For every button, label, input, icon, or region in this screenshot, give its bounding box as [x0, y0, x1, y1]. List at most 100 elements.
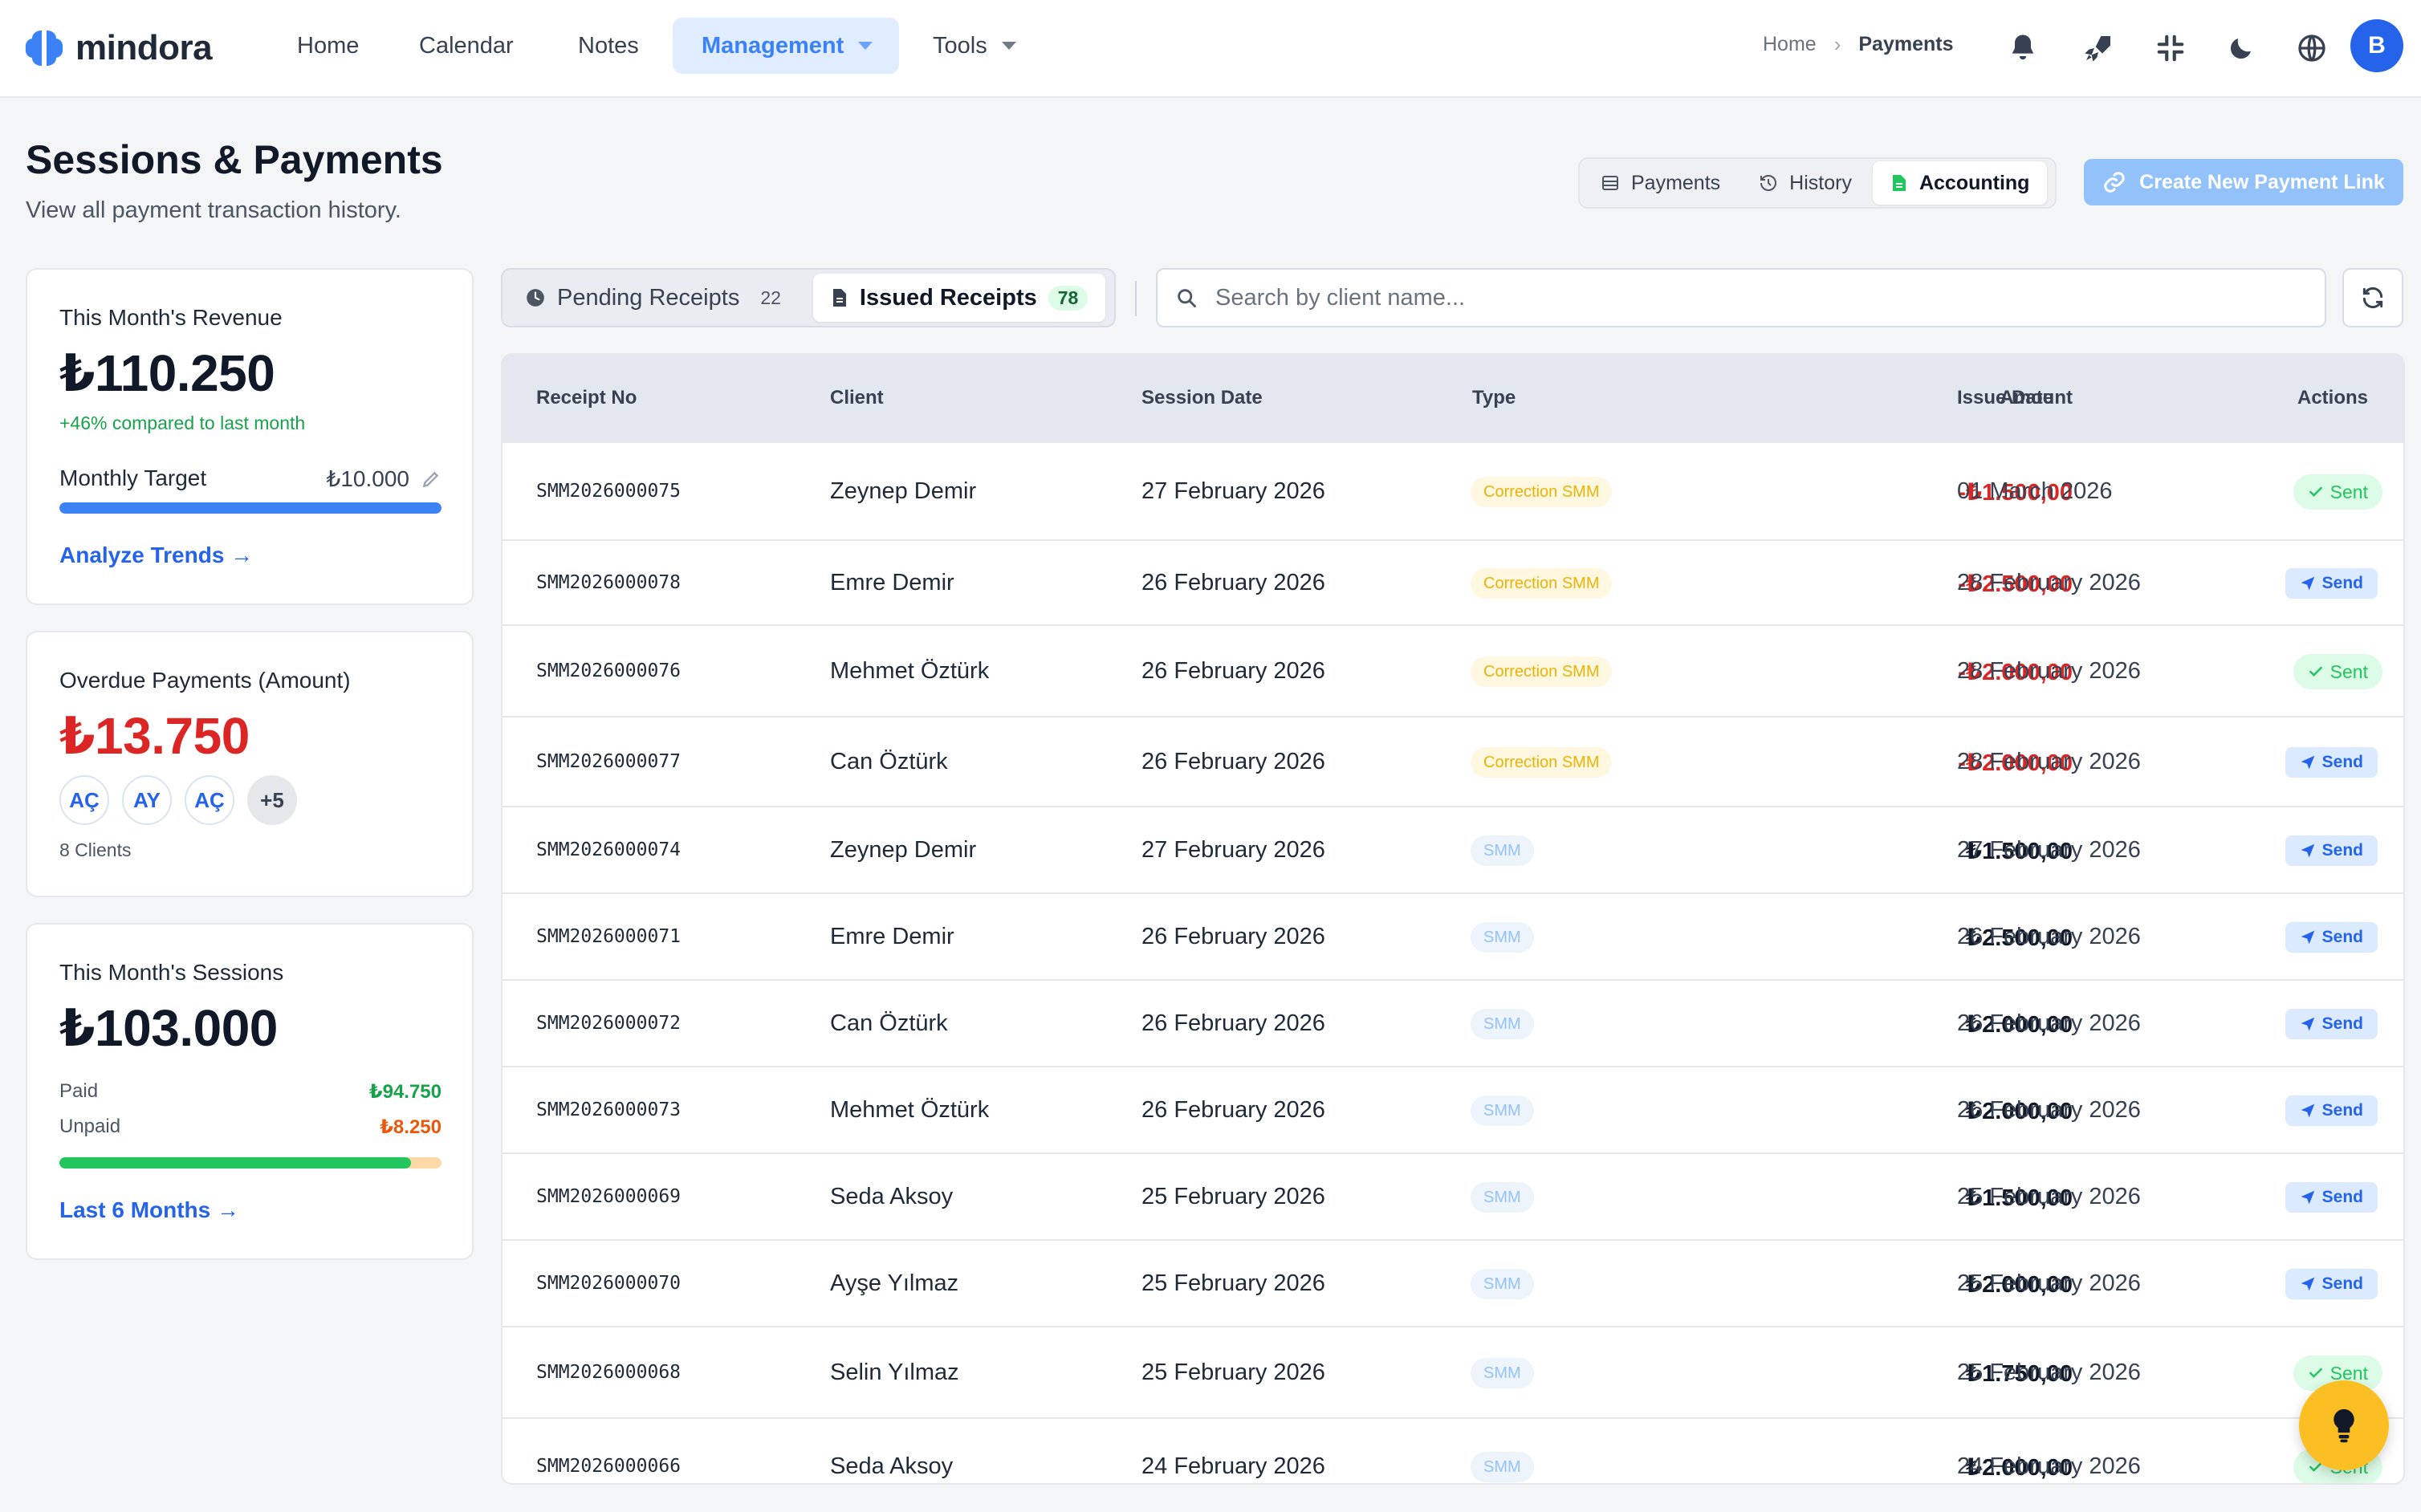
- pencil-icon[interactable]: [421, 469, 441, 490]
- table-row[interactable]: SMM2026000074 Zeynep Demir 27 February 202…: [503, 806, 2403, 892]
- send-receipt-button[interactable]: Send: [2285, 1009, 2378, 1039]
- chevron-down-icon: [858, 42, 873, 50]
- session-date: 26 February 2026: [1141, 570, 1325, 595]
- sessions-label: This Month's Sessions: [59, 960, 284, 985]
- session-date: 25 February 2026: [1141, 1270, 1325, 1296]
- issue-date: 28 February 2026: [1957, 749, 2141, 774]
- table-row[interactable]: SMM2026000071 Emre Demir 26 February 2026 S…: [503, 892, 2403, 979]
- action-label: Sent: [2329, 660, 2368, 682]
- document-icon: [1892, 175, 1906, 191]
- nav-management[interactable]: Management: [673, 18, 899, 74]
- last-6-months-link[interactable]: Last 6 Months →: [59, 1197, 239, 1223]
- check-icon: [2309, 486, 2322, 497]
- table-row[interactable]: SMM2026000066 Seda Aksoy 24 February 2026 S…: [503, 1417, 2403, 1483]
- send-receipt-button[interactable]: Send: [2285, 922, 2378, 953]
- tips-button[interactable]: [2299, 1380, 2389, 1470]
- receipt-no: SMM2026000066: [536, 1456, 682, 1477]
- action-label: Send: [2321, 928, 2363, 946]
- client-name[interactable]: Selin Yılmaz: [830, 1360, 959, 1386]
- dark-mode-toggle[interactable]: [2217, 24, 2265, 72]
- table-row[interactable]: SMM2026000073 Mehmet Öztürk 26 February 20…: [503, 1066, 2403, 1152]
- tab-issued-receipts[interactable]: Issued Receipts 78: [812, 274, 1106, 322]
- session-date: 24 February 2026: [1141, 1453, 1325, 1479]
- client-name[interactable]: Zeynep Demir: [830, 478, 976, 505]
- send-receipt-button[interactable]: Send: [2285, 1095, 2378, 1126]
- session-date: 25 February 2026: [1141, 1360, 1325, 1385]
- toolbar-divider: [1135, 281, 1137, 316]
- col-client[interactable]: Client: [830, 387, 884, 409]
- client-name[interactable]: Mehmet Öztürk: [830, 658, 989, 685]
- session-date: 26 February 2026: [1141, 1097, 1325, 1123]
- client-name[interactable]: Ayşe Yılmaz: [830, 1270, 958, 1297]
- receipt-no: SMM2026000077: [536, 751, 682, 772]
- tab-pending-receipts[interactable]: Pending Receipts 22: [507, 274, 808, 322]
- more-clients-chip[interactable]: +5: [247, 775, 297, 825]
- notifications-button[interactable]: [1999, 24, 2047, 72]
- history-icon: [1760, 175, 1777, 191]
- overdue-value: ₺13.750: [59, 707, 250, 765]
- nav-calendar-label: Calendar: [419, 32, 514, 59]
- table-row[interactable]: SMM2026000069 Seda Aksoy 25 February 2026 S…: [503, 1152, 2403, 1239]
- clock-icon: [527, 289, 544, 307]
- nav-home[interactable]: Home: [268, 18, 388, 74]
- tab-issued-count: 78: [1048, 285, 1088, 311]
- nav-tools[interactable]: Tools: [904, 18, 1045, 74]
- lightbulb-icon: [2334, 1408, 2354, 1443]
- col-issue-date[interactable]: Issue Date: [1957, 387, 2053, 409]
- client-name[interactable]: Can Öztürk: [830, 1010, 948, 1037]
- table-row[interactable]: SMM2026000076 Mehmet Öztürk 26 February 20…: [503, 624, 2403, 716]
- sent-status-badge: Sent: [2293, 474, 2382, 510]
- col-type[interactable]: Type: [1472, 387, 1516, 409]
- user-avatar[interactable]: B: [2350, 19, 2403, 72]
- breadcrumb-home[interactable]: Home: [1763, 33, 1817, 56]
- client-name[interactable]: Emre Demir: [830, 924, 954, 950]
- table-row[interactable]: SMM2026000068 Selin Yılmaz 25 February 202…: [503, 1326, 2403, 1417]
- receipt-no: SMM2026000068: [536, 1362, 682, 1383]
- fullscreen-exit-button[interactable]: [2146, 24, 2195, 72]
- nav-calendar[interactable]: Calendar: [390, 18, 543, 74]
- send-receipt-button[interactable]: Send: [2285, 747, 2378, 778]
- table-row[interactable]: SMM2026000070 Ayşe Yılmaz 25 February 2026…: [503, 1239, 2403, 1326]
- view-switch: Payments History Accounting: [1578, 157, 2057, 209]
- search-input[interactable]: [1215, 284, 2259, 311]
- client-chip[interactable]: AÇ: [185, 775, 234, 825]
- client-name[interactable]: Seda Aksoy: [830, 1453, 953, 1480]
- send-receipt-button[interactable]: Send: [2285, 1269, 2378, 1299]
- view-payments-button[interactable]: Payments: [1583, 161, 1738, 205]
- col-receipt-no[interactable]: Receipt No: [536, 387, 637, 409]
- table-row[interactable]: SMM2026000075 Zeynep Demir 27 February 202…: [503, 441, 2403, 539]
- receipt-tabs: Pending Receipts 22 Issued Receipts 78: [501, 268, 1116, 327]
- brand-logo[interactable]: mindora: [24, 24, 213, 72]
- compress-icon: [2157, 35, 2184, 62]
- table-row[interactable]: SMM2026000072 Can Öztürk 26 February 2026 S…: [503, 979, 2403, 1066]
- col-session-date[interactable]: Session Date: [1141, 387, 1263, 409]
- view-accounting-button[interactable]: Accounting: [1872, 161, 2048, 205]
- nav-notes[interactable]: Notes: [549, 18, 668, 74]
- table-row[interactable]: SMM2026000077 Can Öztürk 26 February 2026 C…: [503, 716, 2403, 806]
- revenue-value: ₺110.250: [59, 344, 275, 402]
- session-date: 27 February 2026: [1141, 837, 1325, 863]
- col-actions: Actions: [2297, 387, 2368, 408]
- client-name[interactable]: Emre Demir: [830, 570, 954, 596]
- client-name[interactable]: Seda Aksoy: [830, 1184, 953, 1210]
- send-receipt-button[interactable]: Send: [2285, 568, 2378, 599]
- send-receipt-button[interactable]: Send: [2285, 1182, 2378, 1213]
- client-chip[interactable]: AY: [122, 775, 172, 825]
- type-badge: Correction SMM: [1471, 568, 1613, 599]
- view-history-button[interactable]: History: [1741, 161, 1870, 205]
- nav-management-label: Management: [702, 32, 844, 59]
- refresh-button[interactable]: [2342, 268, 2403, 327]
- receipt-no: SMM2026000074: [536, 839, 682, 860]
- create-payment-link-button[interactable]: Create New Payment Link: [2084, 159, 2403, 205]
- send-receipt-button[interactable]: Send: [2285, 835, 2378, 866]
- language-button[interactable]: [2288, 24, 2336, 72]
- client-name[interactable]: Mehmet Öztürk: [830, 1097, 989, 1124]
- create-payment-link-label: Create New Payment Link: [2139, 170, 2385, 193]
- client-name[interactable]: Can Öztürk: [830, 749, 948, 775]
- launch-button[interactable]: [2074, 24, 2122, 72]
- analyze-trends-link[interactable]: Analyze Trends →: [59, 543, 253, 568]
- table-row[interactable]: SMM2026000078 Emre Demir 26 February 2026 C…: [503, 539, 2403, 624]
- monthly-target-row: Monthly Target ₺10.000: [59, 465, 441, 492]
- client-chip[interactable]: AÇ: [59, 775, 109, 825]
- client-name[interactable]: Zeynep Demir: [830, 837, 976, 864]
